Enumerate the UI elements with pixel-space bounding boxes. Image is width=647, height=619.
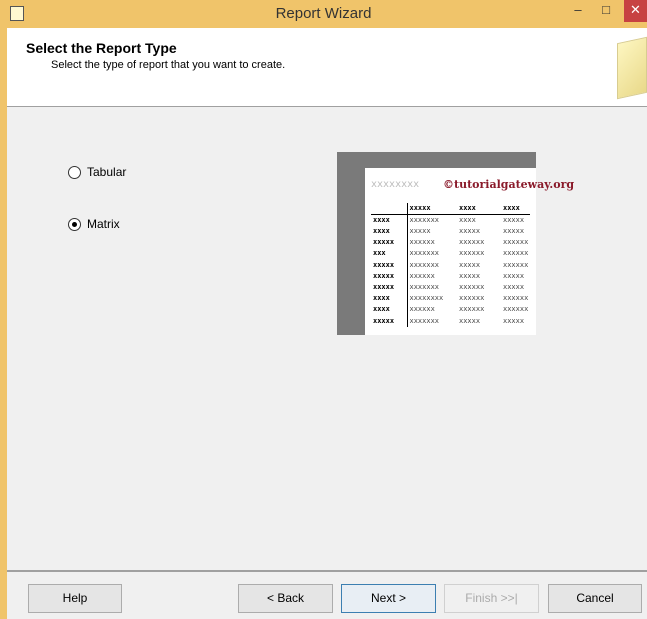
title-bar: Report Wizard – □ ✕ (0, 0, 647, 28)
preview-row: xxxxxxxxxxxxxxxxxxxxxx (371, 248, 530, 260)
row-header-cell: xxxx (373, 305, 390, 314)
preview-cell: xxxxxx (459, 238, 485, 247)
radio-circle[interactable] (68, 217, 81, 231)
preview-cell: xxxxx (503, 227, 525, 236)
radio-label: Matrix (87, 217, 120, 231)
window-title: Report Wizard (275, 5, 372, 22)
preview-cell: xxxxxxx (406, 248, 457, 260)
preview-row: xxxx xxxxx xxxxx xxxxx (371, 226, 530, 238)
finish-button[interactable]: Finish >>| (444, 584, 539, 613)
preview-cell: xxxxxx (503, 249, 529, 258)
close-button[interactable]: ✕ (624, 0, 647, 22)
preview-cell: xxxxxx (459, 294, 485, 303)
page-title: Select the Report Type (26, 40, 177, 56)
preview-cell: xxxxx (406, 226, 457, 238)
preview-cell: xxxxx (503, 316, 525, 325)
preview-cell: xxxx (459, 216, 476, 224)
watermark: ©tutorialgateway.org (443, 178, 575, 191)
footer-divider (7, 570, 647, 572)
preview-cell: xxxxxx (459, 283, 485, 292)
row-header-cell: xxxxx (373, 271, 395, 280)
report-icon (617, 36, 647, 100)
preview-cell: xxxxxxx (406, 259, 457, 271)
page-subtitle: Select the type of report that you want … (51, 59, 286, 71)
wizard-header: Select the Report Type Select the type o… (7, 28, 647, 107)
preview-row: xxxxxxxxxxxxxxxxxxxxxxx (371, 259, 530, 271)
row-header-cell: xxxxx (373, 283, 395, 292)
back-button[interactable]: < Back (238, 584, 333, 613)
row-header-cell: xxxxx (373, 260, 395, 269)
preview-row: xxxx xxxxxxx xxxx xxxxx (371, 214, 530, 226)
row-header-cell: xxx (373, 249, 386, 258)
preview-row: xxxxxxxxxxxxxxxxxxxxxx (371, 315, 530, 327)
preview-cell: xxxxxx (503, 238, 529, 247)
preview-title: xxxxxxxx (371, 179, 420, 190)
minimize-button[interactable]: – (566, 0, 590, 22)
row-header-cell: xxxxx (373, 316, 395, 325)
preview-page: xxxxxxxx ©tutorialgateway.org xxxxx xxxx x… (365, 168, 574, 335)
row-header-cell: xxxx (373, 294, 390, 303)
preview-cell: xxxxx (459, 260, 481, 269)
maximize-button[interactable]: □ (594, 0, 618, 22)
preview-cell: xxxxxx (503, 305, 529, 314)
preview-cell: xxxxx (503, 216, 525, 224)
preview-cell: xxxxxx (503, 294, 529, 303)
preview-cell: xxxxxx (459, 305, 485, 314)
preview-cell: xxxxxxxx (406, 293, 457, 305)
preview-row: xxxxxxxxxxxxxxxxxxxxxxx (371, 281, 530, 294)
preview-row: xxxxx xxxxxx xxxxx xxxxx (371, 270, 530, 282)
preview-cell: xxxxxxx (406, 281, 457, 294)
preview-cell: xxxxx (459, 227, 481, 236)
next-button[interactable]: Next > (341, 584, 436, 613)
preview-row: xxxx xxxxxxxx xxxxxx xxxxxx (371, 293, 530, 305)
row-header-cell (371, 203, 407, 215)
preview-cell: xxxx (501, 203, 531, 215)
preview-cell: xxxxx (459, 316, 481, 325)
wizard-body: Select the Report Type Select the type o… (7, 28, 647, 619)
cancel-button[interactable]: Cancel (548, 584, 642, 613)
preview-cell: xxxxxxx (406, 315, 457, 327)
preview-cell: xxxxxx (406, 237, 457, 249)
preview-cell: xxxx (457, 203, 501, 215)
preview-matrix: xxxxx xxxx xxxx xxxx xxxxxxx xxxx xxxxx xxxx xxx… (371, 203, 531, 327)
preview-row: xxxxxxxxxxxxxxxxxxxxxx (371, 304, 530, 316)
help-button[interactable]: Help (28, 584, 122, 613)
preview-row: xxxxxxxxxxxxxxxxxxxxxxx (371, 237, 530, 249)
preview-cell: xxxxx (459, 271, 481, 280)
radio-tabular[interactable]: Tabular (68, 165, 126, 179)
row-header-cell: xxxx (373, 216, 390, 224)
preview-cell: xxxxxx (406, 270, 457, 282)
report-preview: xxxxxxxx ©tutorialgateway.org xxxxx xxxx x… (337, 152, 574, 335)
preview-cell: xxxxx (503, 283, 525, 292)
preview-cell: xxxxxx (406, 304, 457, 316)
row-header-cell: xxxxx (373, 238, 395, 247)
preview-cell: xxxxx (503, 271, 525, 280)
preview-cell: xxxxx (406, 203, 457, 215)
preview-cell: xxxxxx (503, 260, 529, 269)
radio-matrix[interactable]: Matrix (68, 217, 120, 231)
radio-circle[interactable] (68, 165, 81, 179)
radio-label: Tabular (87, 165, 127, 179)
row-header-cell: xxxx (373, 227, 390, 236)
preview-header-row: xxxxx xxxx xxxx (371, 203, 531, 215)
preview-cell: xxxxxxx (406, 214, 457, 226)
preview-cell: xxxxxx (459, 249, 485, 258)
